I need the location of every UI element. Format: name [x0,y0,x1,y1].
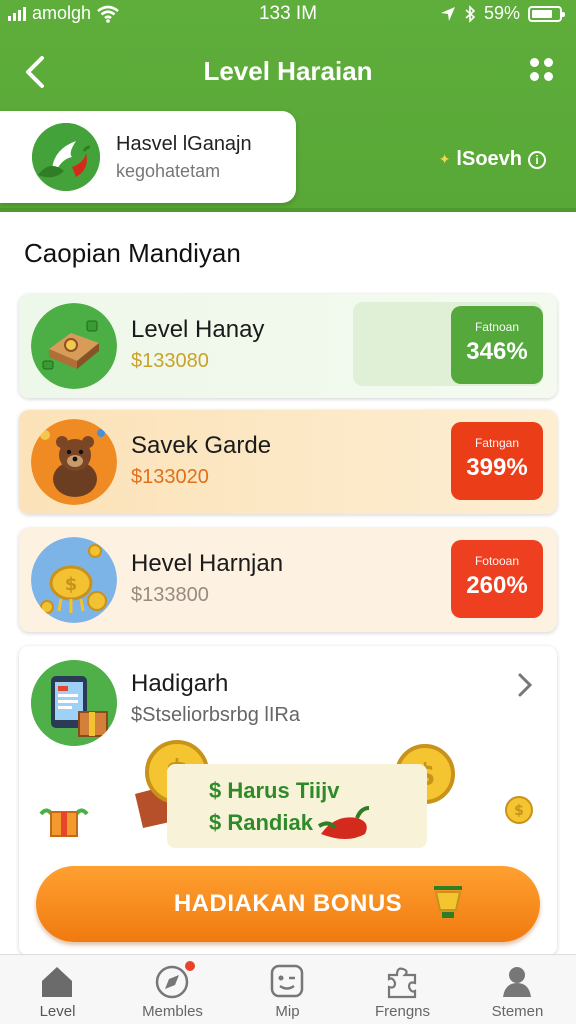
tab-label: Stemen [491,1003,544,1020]
chevron-right-icon[interactable] [515,670,535,700]
face-icon [270,964,304,998]
small-coin-icon: $ [505,796,533,824]
reward-description: $Stseliorbsrbg lIRa [131,704,300,726]
percent-value: 260% [466,572,528,599]
tab-friends[interactable]: Frengns [345,955,460,1024]
bear-icon [31,419,117,505]
location-icon [440,6,455,21]
tab-stemen[interactable]: Stemen [460,955,575,1024]
level-name: Level Hanay [131,316,265,343]
level-name: Hevel Harnjan [131,550,284,577]
percent-value: 399% [466,454,528,481]
promo-line-1: $ Harus Tiijv [209,778,340,803]
user-icon [503,967,531,997]
tab-label: Membles [142,1003,203,1020]
level-card[interactable]: Level Hanay $133080 Fatnoan 346% [19,294,557,398]
percent-badge: Fatnoan 346% [451,306,543,384]
tab-members[interactable]: Membles [115,955,230,1024]
chili-icon [317,806,370,839]
gift-box-icon [39,808,89,837]
promo-line-2: $ Randiak [209,810,313,835]
percent-label: Fotooan [474,554,520,568]
promo-banner: $ Harus Tiijv $ Randiak [167,764,427,848]
bottom-tab-bar: Level Membles Mip Frengns Stemen [0,954,576,1024]
percent-badge: Fotooan 260% [451,540,543,618]
tab-level[interactable]: Level [0,955,115,1024]
percent-label: Fatnoan [474,320,520,334]
bluetooth-icon [465,4,476,23]
tab-label: Mip [275,1003,300,1020]
tab-label: Level [39,1003,76,1020]
level-name: Savek Garde [131,432,272,459]
app-header: amolgh 133 IM 59% Level Haraian Hasvel l… [0,0,576,212]
level-amount: $133080 [131,350,209,372]
svg-text:$: $ [65,574,78,595]
tablet-gift-icon [31,660,117,746]
reward-name: Hadigarh [131,670,229,697]
profile-name: Hasvel lGanajn [116,133,252,155]
puzzle-icon [387,967,417,999]
nav-bar: Level Haraian [0,44,576,100]
avatar [32,123,100,191]
status-bar: amolgh 133 IM 59% [0,0,576,28]
grid-dots-icon[interactable] [530,58,556,84]
battery-icon [528,5,565,22]
leaf-logo-icon [32,123,100,191]
sparkle-icon: ✦ [438,151,451,167]
level-card[interactable]: Savek Garde $133020 Fatngan 399% [19,410,557,514]
percent-value: 346% [466,338,528,365]
info-icon: i [528,150,546,169]
level-amount: $133800 [131,584,209,606]
treasure-icon [31,303,117,389]
notification-dot [185,961,195,971]
level-amount: $133020 [131,466,209,488]
svg-text:$: $ [514,803,524,819]
tab-mip[interactable]: Mip [230,955,345,1024]
profile-card[interactable]: Hasvel lGanajn kegohatetam [0,111,296,203]
battery-percent: 59% [483,3,520,23]
home-icon [42,967,72,997]
trophy-icon [434,886,462,918]
section-title: Caopian Mandiyan [24,238,241,268]
status-right-group: 59% [440,3,565,24]
level-card[interactable]: $ Hevel Harnjan $133800 Fotooan 260% [19,528,557,632]
percent-label: Fatngan [474,436,520,450]
page-title: Level Haraian [203,56,373,86]
tab-label: Frengns [374,1003,431,1020]
header-badge[interactable]: ✦ lSoevh i [439,148,546,171]
profile-subtitle: kegohatetam [116,161,221,181]
bonus-button[interactable]: HADIAKAN BONUS [36,866,540,942]
header-badge-label: lSoevh [456,148,522,170]
coins-icon: $ [31,537,117,623]
percent-badge: Fatngan 399% [451,422,543,500]
